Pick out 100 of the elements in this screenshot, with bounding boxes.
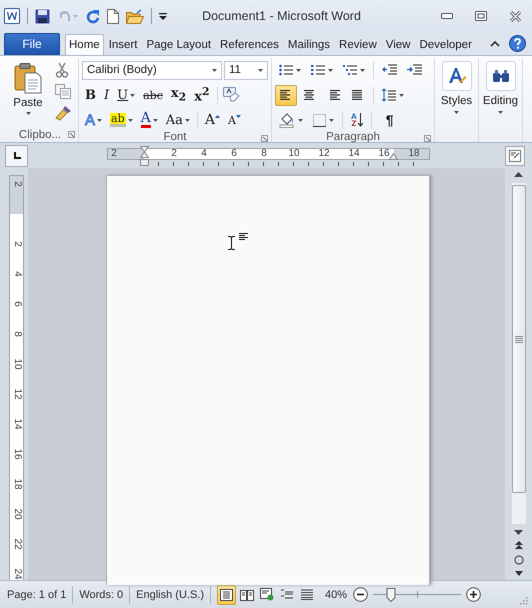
ribbon-tab[interactable]: Page Layout bbox=[142, 34, 216, 55]
ruler-number: 10 bbox=[288, 148, 300, 160]
tab-selector-button[interactable] bbox=[5, 144, 28, 166]
binoculars-icon bbox=[492, 69, 510, 83]
zoom-out-icon[interactable] bbox=[353, 587, 368, 602]
bold-button[interactable]: B bbox=[82, 84, 99, 106]
ribbon-tab[interactable]: Review bbox=[335, 34, 381, 55]
customize-toolbar-icon[interactable] bbox=[159, 12, 167, 20]
minimize-ribbon-icon[interactable] bbox=[490, 40, 500, 47]
scrollbar-thumb[interactable] bbox=[512, 185, 526, 493]
zoom-in-icon[interactable] bbox=[466, 587, 482, 602]
new-document-icon[interactable] bbox=[107, 8, 119, 24]
help-icon[interactable] bbox=[509, 35, 526, 52]
ruler-number: 22 bbox=[12, 538, 22, 550]
caret-icon bbox=[360, 68, 365, 72]
show-formatting-button[interactable]: ¶ bbox=[382, 110, 398, 130]
caret-icon bbox=[399, 94, 404, 96]
select-browse-object-icon[interactable] bbox=[514, 555, 524, 565]
down-arrow-icon bbox=[358, 113, 363, 127]
format-painter-icon[interactable] bbox=[55, 105, 72, 121]
resize-grip-icon[interactable] bbox=[520, 597, 528, 605]
increase-indent-icon bbox=[407, 64, 422, 76]
dialog-launcher-icon[interactable] bbox=[424, 135, 431, 142]
ribbon-tab[interactable]: Home bbox=[65, 34, 104, 55]
open-book-icon bbox=[240, 588, 254, 600]
font-size-field[interactable]: 11 bbox=[224, 60, 268, 80]
close-icon bbox=[508, 10, 522, 22]
ruler-number: 6 bbox=[231, 148, 237, 160]
line-spacing-icon bbox=[382, 88, 396, 102]
paste-button[interactable]: Paste bbox=[5, 58, 51, 127]
left-tab-icon bbox=[12, 152, 20, 160]
ribbon-tab[interactable]: References bbox=[216, 34, 283, 55]
word-count[interactable]: Words: 0 bbox=[78, 588, 124, 600]
ribbon-tab[interactable]: Developer bbox=[415, 34, 476, 55]
subscript-button[interactable]: x$_{2}$ bbox=[168, 84, 190, 106]
case-button[interactable]: Aa bbox=[162, 110, 193, 130]
ruler-number: 8 bbox=[12, 331, 22, 337]
view-ruler-button[interactable] bbox=[505, 146, 525, 166]
ruler-number: 16 bbox=[12, 448, 22, 460]
ribbon-tab[interactable]: View bbox=[382, 34, 414, 55]
ribbon-tab[interactable]: Insert bbox=[104, 34, 142, 55]
ruler-number: 12 bbox=[12, 388, 22, 400]
justify-icon bbox=[352, 90, 364, 100]
ruler-number: 8 bbox=[261, 148, 267, 160]
print-layout-button[interactable] bbox=[217, 584, 236, 604]
right-indent-marker-icon[interactable] bbox=[389, 152, 398, 160]
next-page-icon[interactable] bbox=[514, 571, 522, 576]
grip-icon bbox=[514, 336, 522, 342]
italic-button[interactable]: I bbox=[101, 84, 112, 106]
align-left-button[interactable] bbox=[275, 84, 297, 106]
caret-icon bbox=[26, 112, 30, 115]
shrink-button[interactable]: A bbox=[225, 110, 244, 130]
zoom-level[interactable]: 40% bbox=[324, 588, 348, 600]
ruler-number: 10 bbox=[12, 358, 22, 370]
print-layout-icon bbox=[220, 588, 233, 600]
sort-button[interactable]: A Z bbox=[347, 110, 367, 130]
zoom-slider-thumb[interactable] bbox=[386, 588, 396, 602]
clear-formatting-icon[interactable] bbox=[222, 87, 240, 103]
maximize-icon bbox=[475, 11, 487, 21]
dialog-launcher-icon[interactable] bbox=[68, 131, 75, 138]
paint-bucket-icon bbox=[279, 112, 295, 128]
word-logo-icon[interactable] bbox=[4, 8, 20, 24]
indent-marker-icon[interactable] bbox=[140, 146, 149, 168]
save-icon[interactable] bbox=[35, 8, 50, 24]
underline-button[interactable]: U bbox=[114, 84, 138, 106]
redo-icon[interactable] bbox=[86, 8, 100, 24]
page-count[interactable]: Page: 1 of 1 bbox=[6, 588, 68, 600]
ruler-number: 14 bbox=[12, 418, 22, 430]
previous-page-icon[interactable] bbox=[514, 541, 522, 549]
styles-button[interactable]: Styles bbox=[437, 58, 476, 142]
strike-button[interactable]: abc bbox=[140, 84, 166, 106]
ruler-number: 12 bbox=[318, 148, 330, 160]
color-button[interactable]: A bbox=[138, 110, 161, 130]
file-tab[interactable]: File bbox=[4, 33, 60, 55]
superscript-button[interactable]: x$^{2}$ bbox=[191, 84, 212, 106]
caret-icon bbox=[328, 68, 333, 72]
outline-icon bbox=[280, 589, 292, 600]
font-name-field[interactable]: Calibri (Body) bbox=[82, 60, 222, 80]
scroll-down-icon[interactable] bbox=[514, 530, 523, 535]
group-label: Clipbo... bbox=[18, 128, 62, 140]
clipboard-icon bbox=[14, 62, 42, 94]
ribbon-tab[interactable]: Mailings bbox=[284, 34, 334, 55]
editing-button[interactable]: Editing bbox=[481, 58, 520, 142]
scroll-up-icon[interactable] bbox=[514, 172, 523, 177]
ruler-number: 24 bbox=[12, 568, 22, 580]
language-indicator[interactable]: English (U.S.) bbox=[135, 588, 205, 600]
dialog-launcher-icon[interactable] bbox=[261, 135, 268, 142]
shrink-arrow-icon bbox=[236, 114, 241, 118]
cut-icon[interactable] bbox=[55, 62, 69, 78]
zoom-slider[interactable] bbox=[373, 588, 462, 602]
open-folder-icon[interactable] bbox=[126, 8, 144, 24]
text-cursor-icon bbox=[228, 236, 235, 250]
ruler-number: 2 bbox=[12, 241, 22, 247]
border-icon bbox=[313, 114, 326, 126]
grow-button[interactable]: A bbox=[202, 110, 224, 130]
grow-arrow-icon bbox=[215, 114, 220, 118]
align-right-icon bbox=[328, 90, 340, 100]
copy-icon[interactable] bbox=[55, 84, 71, 99]
highlight-button[interactable]: ab bbox=[107, 110, 136, 130]
styles-icon bbox=[446, 66, 466, 86]
